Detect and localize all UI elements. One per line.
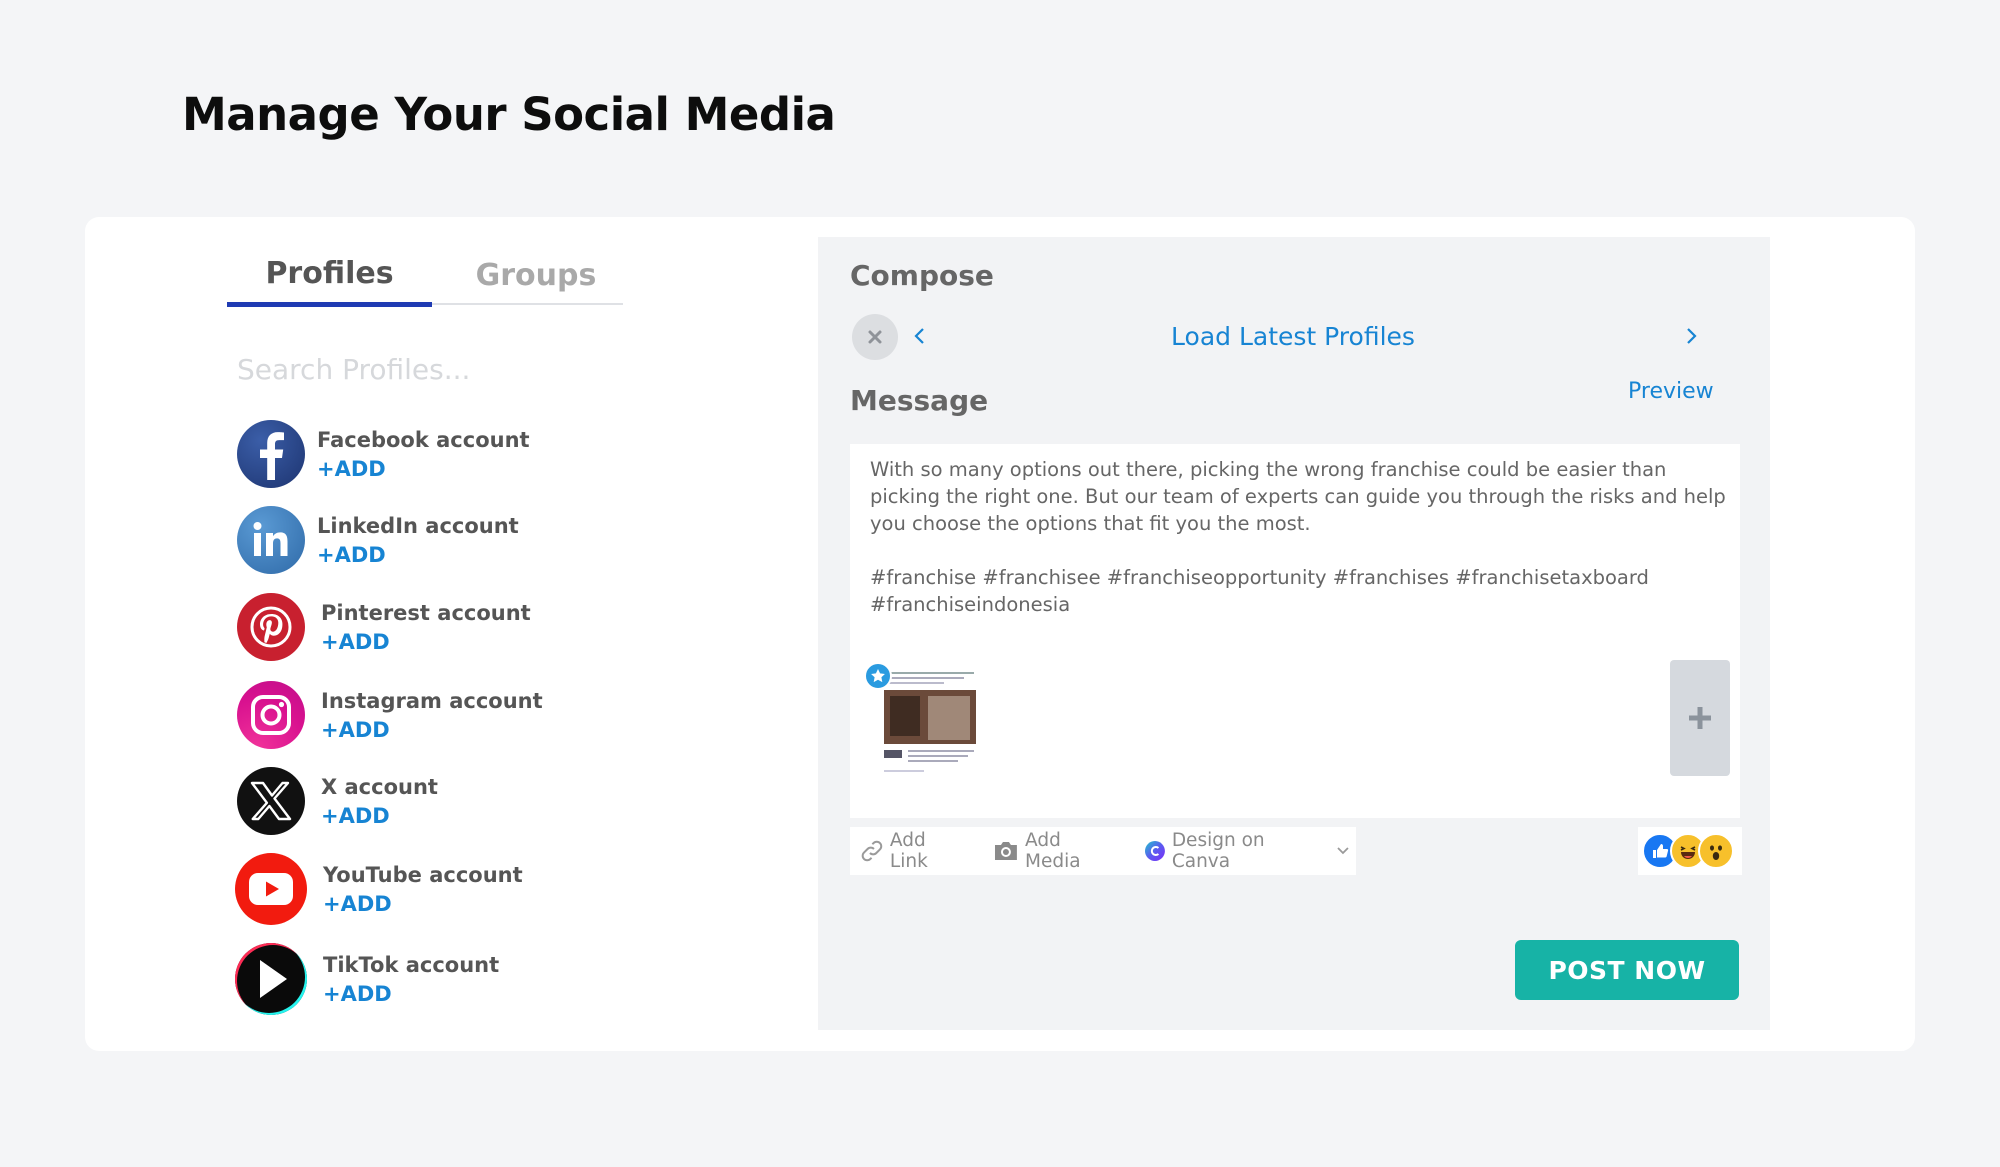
- profile-instagram: Instagram account +ADD: [237, 679, 543, 751]
- profile-name: YouTube account: [323, 863, 523, 887]
- design-on-canva-dropdown[interactable]: Design on Canva: [1144, 830, 1356, 872]
- tiktok-icon: [235, 943, 307, 1015]
- compose-panel: Compose Load Latest Profiles Message Pre…: [818, 237, 1770, 1030]
- compose-title: Compose: [850, 259, 994, 292]
- clear-profiles-button[interactable]: [852, 314, 898, 360]
- design-on-canva-label: Design on Canva: [1171, 830, 1265, 872]
- add-link-button[interactable]: Add Link: [860, 830, 969, 872]
- preview-link[interactable]: Preview: [1628, 379, 1714, 404]
- pinterest-icon: [237, 593, 305, 661]
- youtube-icon: [235, 853, 307, 925]
- reactions-picker[interactable]: [1638, 827, 1742, 875]
- compose-toolbar: Add Link Add Media Design on Canva: [850, 827, 1356, 875]
- add-media-button[interactable]: Add Media: [993, 830, 1122, 872]
- message-text[interactable]: With so many options out there, picking …: [870, 456, 1730, 618]
- star-icon[interactable]: [864, 662, 892, 690]
- facebook-icon: [237, 420, 305, 488]
- link-icon: [861, 840, 883, 862]
- search-profiles-input[interactable]: [237, 347, 617, 391]
- linkedin-icon: [237, 506, 305, 574]
- media-thumbnail[interactable]: [882, 666, 978, 782]
- chevron-right-icon[interactable]: [1676, 321, 1706, 351]
- profile-name: Facebook account: [317, 428, 530, 452]
- x-icon: [237, 767, 305, 835]
- profile-pinterest: Pinterest account +ADD: [237, 591, 531, 663]
- page-title: Manage Your Social Media: [182, 88, 836, 141]
- chevron-left-icon[interactable]: [905, 321, 935, 351]
- profile-x: X account +ADD: [237, 765, 438, 837]
- tab-profiles[interactable]: Profiles: [227, 245, 432, 307]
- post-now-label: POST NOW: [1548, 955, 1706, 985]
- profile-name: Pinterest account: [321, 601, 531, 625]
- add-link-label: Add Link: [889, 830, 928, 872]
- profile-name: Instagram account: [321, 689, 543, 713]
- add-media-tile[interactable]: [1670, 660, 1730, 776]
- profile-name: LinkedIn account: [317, 514, 519, 538]
- profile-linkedin: LinkedIn account +ADD: [237, 504, 519, 576]
- tab-bar: Profiles Groups: [227, 245, 623, 307]
- profile-name: TikTok account: [323, 953, 500, 977]
- wow-icon: [1698, 833, 1734, 869]
- add-tiktok-button[interactable]: +ADD: [323, 980, 499, 1008]
- profile-youtube: YouTube account +ADD: [235, 853, 523, 925]
- canva-icon: [1144, 841, 1165, 861]
- add-x-button[interactable]: +ADD: [321, 802, 438, 830]
- profile-tiktok: TikTok account +ADD: [235, 943, 499, 1015]
- add-instagram-button[interactable]: +ADD: [321, 716, 543, 744]
- message-editor[interactable]: With so many options out there, picking …: [850, 444, 1740, 818]
- profile-facebook: Facebook account +ADD: [237, 418, 530, 490]
- profile-name: X account: [321, 775, 438, 799]
- add-youtube-button[interactable]: +ADD: [323, 890, 523, 918]
- tab-groups[interactable]: Groups: [432, 245, 640, 305]
- add-pinterest-button[interactable]: +ADD: [321, 628, 531, 656]
- post-now-button[interactable]: POST NOW: [1515, 940, 1739, 1000]
- close-icon: [868, 330, 882, 344]
- add-linkedin-button[interactable]: +ADD: [317, 541, 519, 569]
- plus-icon: [1689, 707, 1711, 729]
- instagram-icon: [237, 681, 305, 749]
- chevron-down-icon: [1337, 847, 1349, 855]
- main-card: Profiles Groups Facebook account +ADD Li…: [85, 217, 1915, 1051]
- add-facebook-button[interactable]: +ADD: [317, 455, 530, 483]
- message-label: Message: [850, 384, 989, 417]
- add-media-label: Add Media: [1025, 830, 1081, 872]
- load-latest-profiles-link[interactable]: Load Latest Profiles: [1018, 317, 1568, 357]
- camera-icon: [995, 842, 1018, 860]
